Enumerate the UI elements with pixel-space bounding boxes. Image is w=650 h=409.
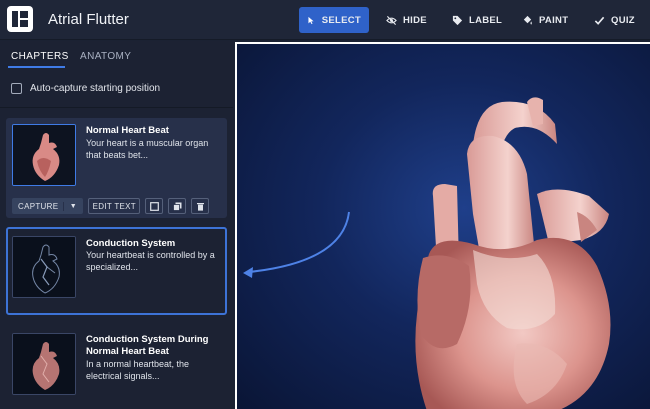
capture-label: CAPTURE: [13, 201, 65, 211]
cursor-icon: [308, 16, 314, 24]
chapter-thumbnail: [12, 333, 76, 395]
chapter-thumbnail: [12, 236, 76, 298]
active-tab-indicator: [8, 66, 65, 68]
top-bar: Atrial Flutter SELECT HIDE LABEL PAINT Q…: [0, 0, 650, 40]
divider: [0, 107, 233, 108]
chapter-description: Your heart is a muscular organ that beat…: [86, 138, 209, 160]
chapter-title: Conduction System During Normal Heart Be…: [86, 334, 209, 357]
chapter-description: In a normal heartbeat, the electrical si…: [86, 359, 190, 381]
tag-icon: [452, 15, 463, 25]
app-title: Atrial Flutter: [48, 11, 129, 28]
chapter-actions: CAPTURE ▼ EDIT TEXT: [12, 198, 210, 214]
3d-viewport[interactable]: [235, 42, 650, 409]
chapter-title: Conduction System: [86, 238, 176, 249]
chapter-description: Your heartbeat is controlled by a specia…: [86, 250, 215, 272]
chapter-title: Normal Heart Beat: [86, 125, 169, 136]
check-icon: [594, 16, 605, 25]
paint-bucket-icon: [523, 15, 532, 25]
quiz-button[interactable]: QUIZ: [586, 7, 643, 33]
chapter-item-normal-heart-beat[interactable]: Normal Heart Beat Your heart is a muscul…: [6, 118, 227, 218]
autocapture-label: Auto-capture starting position: [30, 83, 161, 94]
app-logo: [7, 6, 33, 32]
label-label: LABEL: [469, 14, 503, 26]
pointer-arrow: [243, 211, 350, 278]
edit-text-button[interactable]: EDIT TEXT: [88, 198, 141, 214]
autocapture-option[interactable]: Auto-capture starting position: [11, 83, 160, 94]
hide-label: HIDE: [403, 14, 427, 26]
tab-anatomy[interactable]: ANATOMY: [80, 51, 131, 62]
sidebar-tabs: CHAPTERS ANATOMY: [0, 41, 233, 71]
delete-button[interactable]: [191, 198, 210, 214]
paint-label: PAINT: [539, 14, 569, 26]
square-icon: [149, 201, 159, 211]
eye-slash-icon: [386, 15, 397, 25]
tab-chapters[interactable]: CHAPTERS: [11, 51, 69, 62]
chapter-thumbnail: [12, 124, 76, 186]
chevron-down-icon[interactable]: ▼: [64, 203, 82, 210]
select-label: SELECT: [321, 14, 361, 26]
chapter-item-conduction-system[interactable]: Conduction System Your heartbeat is cont…: [6, 227, 227, 315]
square-button[interactable]: [145, 198, 164, 214]
trash-icon: [196, 202, 204, 211]
autocapture-checkbox[interactable]: [11, 83, 22, 94]
chapter-item-conduction-during-normal-beat[interactable]: Conduction System During Normal Heart Be…: [6, 327, 227, 409]
sidebar: CHAPTERS ANATOMY Auto-capture starting p…: [0, 41, 233, 409]
paint-button[interactable]: PAINT: [514, 7, 576, 33]
select-button[interactable]: SELECT: [299, 7, 369, 33]
duplicate-button[interactable]: [168, 198, 187, 214]
quiz-label: QUIZ: [611, 14, 635, 26]
label-button[interactable]: LABEL: [444, 7, 510, 33]
capture-button[interactable]: CAPTURE ▼: [12, 198, 84, 214]
hide-button[interactable]: HIDE: [378, 7, 435, 33]
copy-icon: [172, 202, 182, 211]
